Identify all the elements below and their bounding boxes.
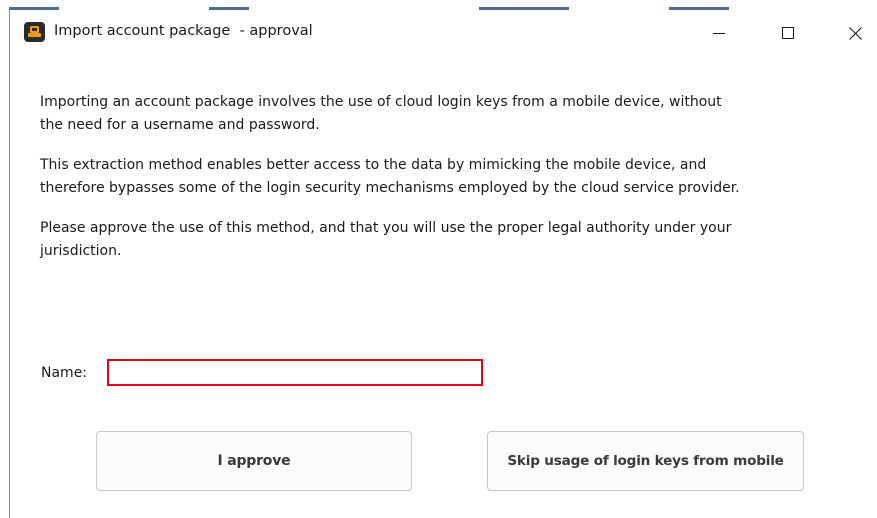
window-title: Import account package - approval — [54, 23, 313, 39]
name-label: Name: — [41, 365, 88, 381]
close-button[interactable] — [832, 10, 877, 56]
maximize-button[interactable] — [765, 10, 811, 56]
minimize-button[interactable] — [696, 10, 742, 56]
approve-button[interactable]: I approve — [96, 431, 412, 491]
message-paragraph: This extraction method enables better ac… — [40, 157, 740, 196]
message-paragraph: Please approve the use of this method, a… — [40, 220, 732, 259]
name-input[interactable] — [107, 359, 483, 386]
title-bar[interactable]: Import account package - approval — [10, 10, 877, 56]
app-icon — [24, 22, 45, 42]
skip-login-keys-button[interactable]: Skip usage of login keys from mobile — [487, 431, 804, 491]
maximize-icon — [782, 27, 794, 39]
approval-dialog: Import account package - approval Import… — [9, 10, 877, 518]
minimize-icon — [713, 33, 725, 34]
window-top-edge — [9, 0, 877, 10]
dialog-message: Importing an account package involves th… — [40, 91, 740, 280]
message-paragraph: Importing an account package involves th… — [40, 94, 722, 133]
close-icon — [848, 26, 862, 40]
